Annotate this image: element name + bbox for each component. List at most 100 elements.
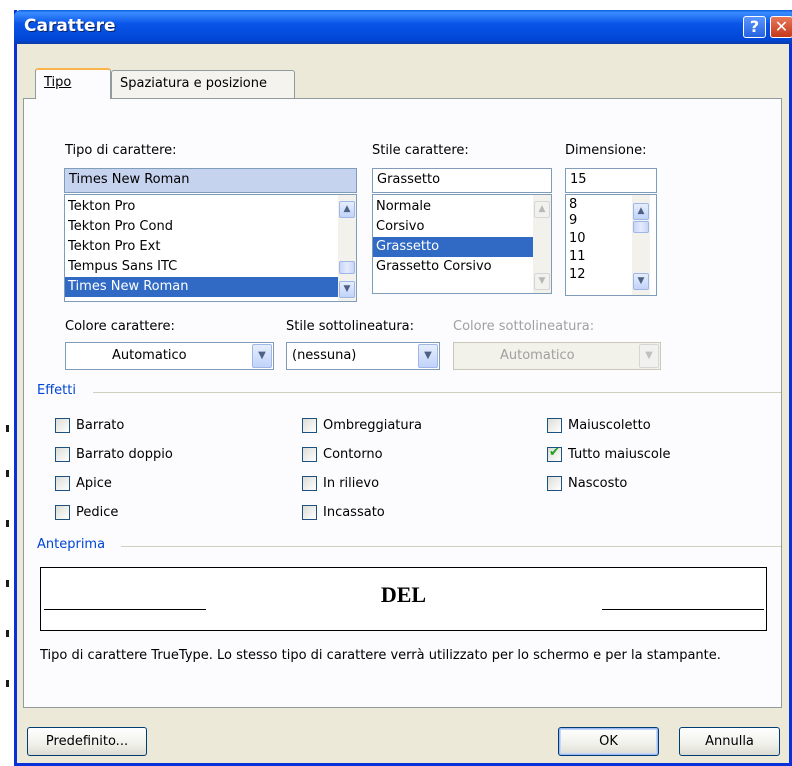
list-item[interactable]: 9	[566, 213, 638, 229]
list-item[interactable]: Grassetto Corsivo	[373, 257, 533, 277]
checkbox-incassato[interactable]: Incassato	[302, 502, 385, 522]
tab-spaziatura[interactable]: Spaziatura e posizione	[111, 70, 295, 98]
underline-color-label: Colore sottolineatura:	[453, 319, 595, 334]
checkbox-apice[interactable]: Apice	[55, 473, 112, 493]
list-item[interactable]: 12	[566, 265, 638, 283]
checkbox-label: Barrato	[76, 417, 125, 433]
edge-mark	[6, 580, 9, 587]
scroll-up-icon[interactable]: ▲	[339, 201, 355, 218]
scroll-down-icon[interactable]: ▼	[339, 281, 355, 298]
preview-left-rule	[44, 609, 206, 610]
effects-divider	[93, 392, 781, 393]
cancel-button[interactable]: Annulla	[679, 727, 780, 756]
chevron-down-icon[interactable]: ▼	[418, 344, 438, 368]
checkbox-label: Incassato	[323, 504, 385, 520]
checkbox-box[interactable]	[547, 417, 562, 433]
list-item[interactable]: 10	[566, 229, 638, 247]
checkbox-box[interactable]	[547, 475, 562, 491]
scroll-down-icon: ▼	[534, 273, 550, 290]
style-input[interactable]: Grassetto	[372, 168, 552, 193]
preview-box: DEL	[40, 567, 767, 631]
style-list-scrollbar: ▲ ▼	[533, 195, 551, 293]
checkbox-box[interactable]	[302, 504, 317, 520]
preview-right-rule	[602, 609, 764, 610]
checkbox-box[interactable]	[302, 475, 317, 491]
default-button[interactable]: Predefinito...	[27, 727, 147, 756]
size-list-scrollbar[interactable]: ▲ ▼	[632, 195, 650, 295]
checkbox-label: Contorno	[323, 446, 383, 462]
list-item-selected[interactable]: Times New Roman	[65, 277, 338, 297]
check-icon: ✔	[549, 444, 560, 460]
list-item[interactable]: 8	[566, 197, 638, 213]
scroll-thumb[interactable]	[633, 221, 649, 233]
list-item-selected[interactable]: Grassetto	[373, 237, 533, 257]
chevron-down-icon[interactable]: ▼	[252, 344, 272, 368]
list-item[interactable]: Tekton Pro	[65, 197, 338, 217]
font-list[interactable]: Tekton Pro Tekton Pro Cond Tekton Pro Ex…	[64, 194, 357, 302]
checkbox-box[interactable]	[55, 417, 70, 433]
checkbox-label: Pedice	[76, 504, 119, 520]
list-item[interactable]: Tempus Sans ITC	[65, 257, 338, 277]
font-color-value: Automatico	[112, 348, 187, 363]
checkbox-box[interactable]	[55, 475, 70, 491]
underline-style-select[interactable]: (nessuna) ▼	[286, 342, 440, 370]
title-bar[interactable]: Carattere ? ✕	[14, 10, 792, 44]
dialog-title: Carattere	[24, 16, 116, 36]
list-item[interactable]: Tekton Pro Cond	[65, 217, 338, 237]
edge-mark	[6, 520, 9, 527]
close-button[interactable]: ✕	[770, 16, 792, 38]
scroll-thumb[interactable]	[339, 261, 355, 274]
underline-style-label: Stile sottolineatura:	[286, 319, 415, 334]
checkbox-tutto-maiuscole[interactable]: ✔ Tutto maiuscole	[547, 444, 670, 464]
style-label: Stile carattere:	[372, 143, 469, 158]
underline-style-value: (nessuna)	[292, 348, 357, 363]
checkbox-pedice[interactable]: Pedice	[55, 502, 118, 522]
checkbox-barrato[interactable]: Barrato	[55, 415, 124, 435]
preview-group-title: Anteprima	[37, 537, 106, 552]
font-color-select[interactable]: Automatico ▼	[65, 342, 274, 370]
checkbox-label: Apice	[76, 475, 112, 491]
font-input[interactable]: Times New Roman	[64, 168, 357, 193]
chevron-down-icon: ▼	[639, 344, 659, 368]
size-list[interactable]: 8 9 10 11 12 ▲ ▼	[565, 194, 657, 296]
size-label: Dimensione:	[565, 143, 647, 158]
checkbox-in-rilievo[interactable]: In rilievo	[302, 473, 379, 493]
checkbox-maiuscoletto[interactable]: Maiuscoletto	[547, 415, 651, 435]
checkbox-nascosto[interactable]: Nascosto	[547, 473, 627, 493]
close-icon: ✕	[774, 17, 789, 36]
checkbox-box[interactable]	[302, 417, 317, 433]
list-item[interactable]: Corsivo	[373, 217, 533, 237]
checkbox-box[interactable]	[302, 446, 317, 462]
preview-sample-text: DEL	[380, 582, 427, 607]
tab-label: Tipo	[44, 75, 72, 90]
edge-mark	[6, 630, 9, 637]
font-description: Tipo di carattere TrueType. Lo stesso ti…	[40, 648, 721, 663]
font-label: Tipo di carattere:	[65, 143, 177, 158]
checkbox-barrato-doppio[interactable]: Barrato doppio	[55, 444, 173, 464]
scroll-up-icon: ▲	[534, 201, 550, 218]
ok-button[interactable]: OK	[558, 727, 659, 756]
checkbox-box[interactable]	[55, 446, 70, 462]
scroll-down-icon[interactable]: ▼	[633, 273, 649, 290]
checkbox-label: Ombreggiatura	[323, 417, 422, 433]
list-item[interactable]: 11	[566, 247, 638, 265]
scroll-up-icon[interactable]: ▲	[633, 203, 649, 220]
checkbox-label: Barrato doppio	[76, 446, 173, 462]
checkbox-contorno[interactable]: Contorno	[302, 444, 383, 464]
edge-mark	[6, 680, 9, 687]
tab-tipo[interactable]: Tipo	[35, 68, 111, 99]
list-item[interactable]: Tekton Pro Ext	[65, 237, 338, 257]
checkbox-box[interactable]	[55, 504, 70, 520]
font-color-label: Colore carattere:	[65, 319, 175, 334]
checkbox-label: Maiuscoletto	[568, 417, 651, 433]
help-button[interactable]: ?	[743, 16, 766, 38]
size-input[interactable]: 15	[565, 168, 657, 193]
style-list[interactable]: Normale Corsivo Grassetto Grassetto Cors…	[372, 194, 552, 294]
preview-divider	[121, 546, 781, 547]
checkbox-label: Nascosto	[568, 475, 628, 491]
list-item[interactable]: Normale	[373, 197, 533, 217]
checkbox-label: Tutto maiuscole	[568, 446, 671, 462]
font-list-scrollbar[interactable]: ▲ ▼	[338, 195, 356, 301]
checkbox-box[interactable]: ✔	[547, 444, 562, 462]
checkbox-ombreggiatura[interactable]: Ombreggiatura	[302, 415, 422, 435]
